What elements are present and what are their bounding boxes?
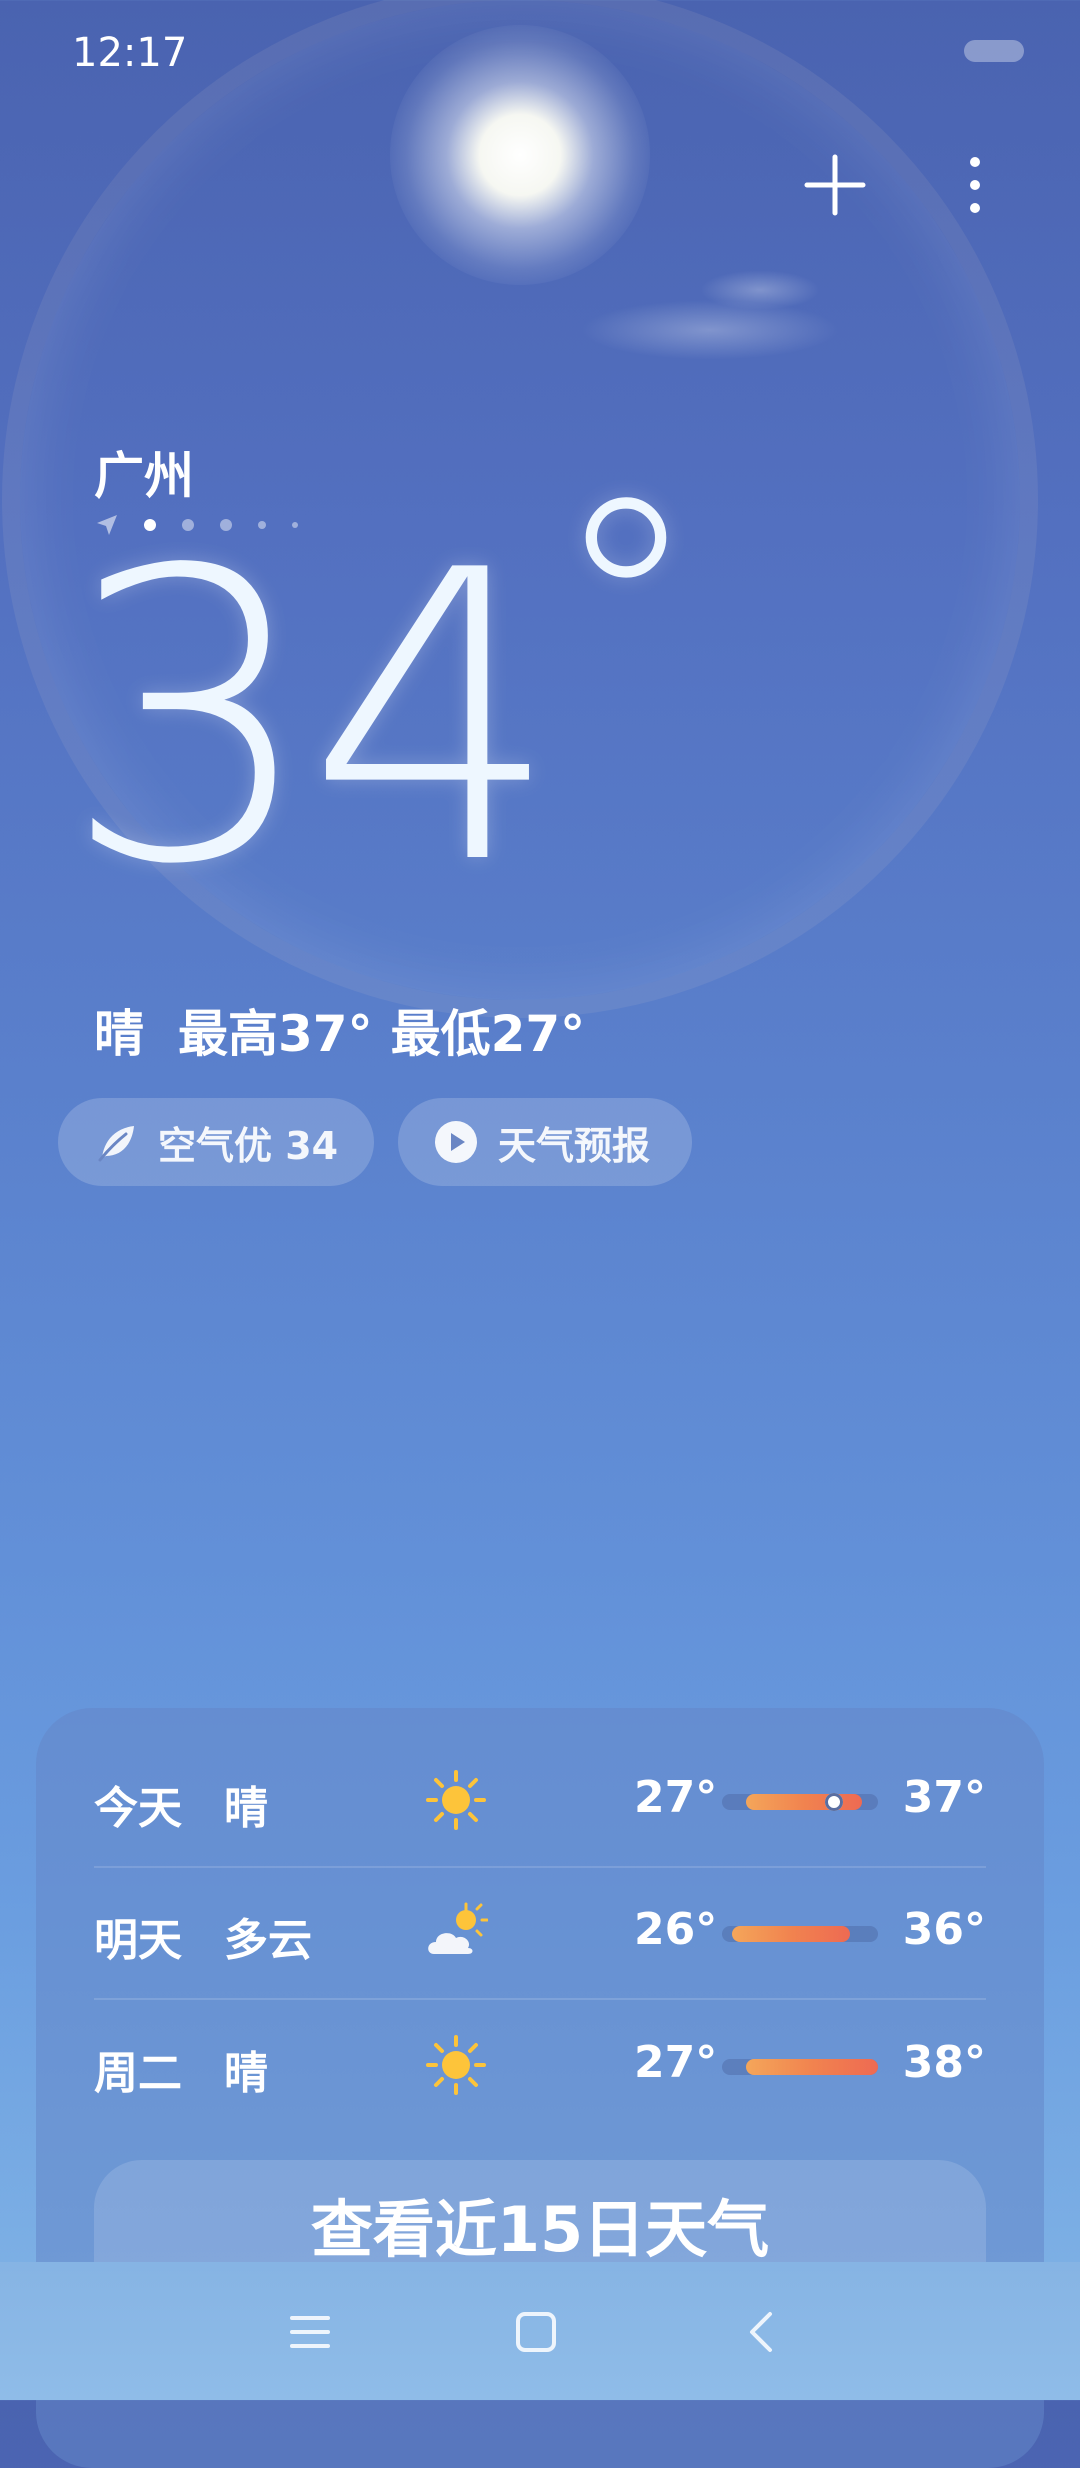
status-time: 12:17 [72,30,188,76]
back-chevron-icon[interactable] [732,2302,792,2362]
more-vertical-icon[interactable] [950,150,1000,220]
temp-range-fill [746,1794,862,1810]
high-temp: 37° [902,1772,986,1823]
status-icons [964,40,1024,62]
day-label: 周二 [94,2048,182,2099]
condition-label: 多云 [224,1915,312,1966]
forecast-label: 天气预报 [498,1123,651,1168]
weather-summary: 晴 最高37° 最低27° [94,994,619,1066]
current-temp-marker [825,1793,843,1811]
degree-symbol: ° [550,435,701,784]
cloud-wisp [580,300,840,360]
cloud-wisp [700,270,820,310]
current-temperature: 34° [62,460,701,920]
low-temp: 最低27° [390,1005,586,1063]
high-temp: 最高37° [178,1005,373,1063]
sun-glow [390,25,650,285]
forecast-row[interactable]: 明天 多云 26° 36° [94,1866,986,1998]
sun-icon [424,2033,488,2097]
high-temp: 38° [902,2037,986,2088]
navigation-bar [0,2262,1080,2400]
temp-range-fill [746,2059,878,2075]
aqi-chip[interactable]: 空气优 34 [58,1098,374,1186]
temp-range-bar [722,1926,878,1942]
condition-label: 晴 [224,1783,268,1834]
temp-range-bar [722,2059,878,2075]
temperature-value: 34 [62,487,561,952]
sun-icon [424,1768,488,1832]
temp-range-fill [732,1926,850,1942]
partly-cloudy-icon [424,1900,489,1964]
home-square-icon[interactable] [506,2302,566,2362]
temp-range-bar [722,1793,878,1811]
aqi-label: 空气优 34 [158,1123,339,1168]
plus-icon[interactable] [800,150,870,220]
menu-icon[interactable] [280,2302,340,2362]
condition-label: 晴 [224,2048,268,2099]
low-temp: 26° [634,1904,718,1955]
high-temp: 36° [902,1904,986,1955]
day-label: 今天 [94,1783,182,1834]
forecast-row[interactable]: 周二 晴 27° 38° [94,1999,986,2131]
low-temp: 27° [634,1772,718,1823]
low-temp: 27° [634,2037,718,2088]
condition-text: 晴 [94,1005,144,1063]
play-circle-icon [434,1120,478,1164]
forecast-row[interactable]: 今天 晴 27° 37° [94,1734,986,1866]
forecast-chip[interactable]: 天气预报 [398,1098,692,1186]
day-label: 明天 [94,1915,182,1966]
leaf-icon [94,1120,138,1164]
